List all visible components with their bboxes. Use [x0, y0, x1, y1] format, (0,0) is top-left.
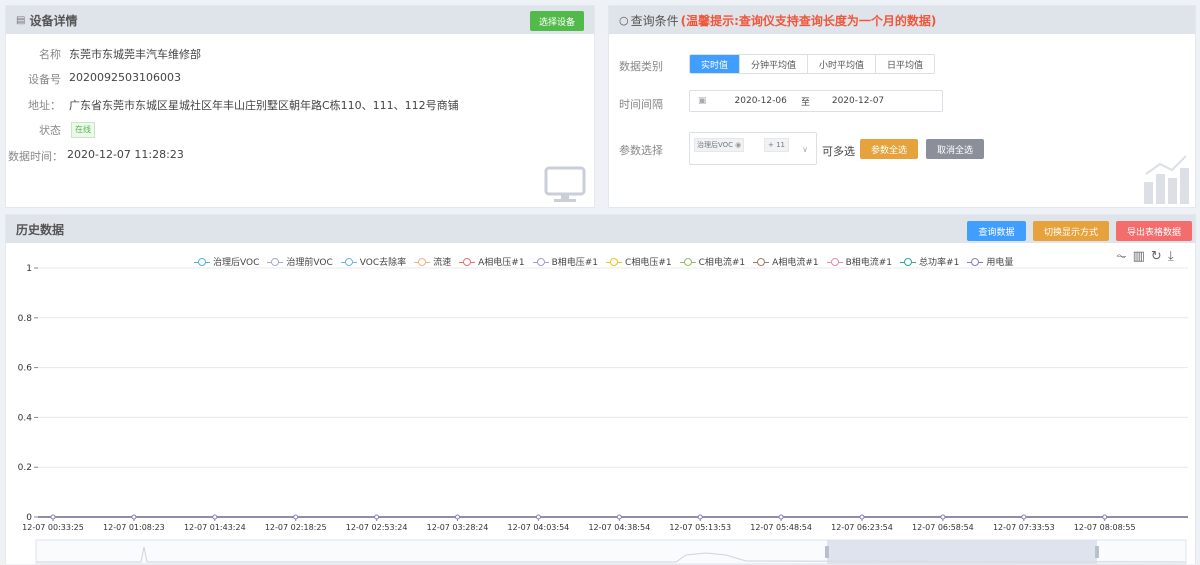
device-address-value: 广东省东莞市东城区星城社区年丰山庄别墅区朝年路C栋110、111、112号商铺	[69, 99, 459, 112]
x-tick-label: 12-07 02:53:24	[346, 523, 408, 532]
query-panel-header: ○ 查询条件 (温馨提示:查询仪支持查询长度为一个月的数据)	[609, 6, 1195, 34]
param-more-tag: + 11	[764, 138, 789, 152]
datazoom-handle-right	[1095, 546, 1099, 558]
time-range-label: 时间间隔	[619, 98, 663, 111]
monitor-icon	[544, 166, 586, 202]
device-name-value: 东莞市东城莞丰汽车维修部	[69, 48, 201, 61]
bar-chart-icon	[1144, 155, 1189, 204]
cancel-all-button[interactable]: 取消全选	[926, 139, 984, 159]
device-status-row: 状态 在线	[6, 122, 95, 138]
date-range-picker[interactable]: ▣ 2020-12-06 至 2020-12-07	[689, 90, 943, 112]
device-panel: ▤ 设备详情 选择设备 名称 东莞市东城莞丰汽车维修部 设备号 20200925…	[5, 5, 595, 208]
y-tick-label: 0	[26, 513, 32, 523]
query-panel: ○ 查询条件 (温馨提示:查询仪支持查询长度为一个月的数据) 数据类别 实时值 …	[608, 5, 1196, 208]
datazoom-window	[827, 540, 1097, 564]
device-time-row: 数据时间： 2020-12-07 11:28:23	[8, 148, 184, 164]
device-name-label: 名称	[39, 48, 61, 61]
query-data-button[interactable]: 查询数据	[967, 221, 1026, 241]
device-time-label: 数据时间：	[8, 150, 63, 163]
y-tick-label: 1	[26, 264, 32, 274]
device-panel-title: 设备详情	[29, 13, 78, 28]
param-label: 参数选择	[619, 144, 663, 157]
export-table-button[interactable]: 导出表格数据	[1116, 221, 1192, 241]
data-point	[940, 514, 946, 520]
data-point	[859, 514, 865, 520]
data-point	[1021, 514, 1027, 520]
switch-display-button[interactable]: 切换显示方式	[1033, 221, 1109, 241]
end-date[interactable]: 2020-12-07	[832, 96, 884, 106]
data-point	[131, 514, 137, 520]
data-point	[778, 514, 784, 520]
x-tick-label: 12-07 01:08:23	[103, 523, 165, 532]
select-device-button[interactable]: 选择设备	[530, 11, 584, 31]
history-panel: 历史数据 查询数据 切换显示方式 导出表格数据 治理后VOC 治理前VOC VOC去…	[5, 214, 1196, 565]
param-tag: 治理后VOC ◉	[694, 138, 745, 152]
calendar-icon: ▣	[698, 96, 707, 106]
data-point	[50, 514, 56, 520]
x-tick-label: 12-07 07:33:53	[993, 523, 1055, 532]
query-panel-title: 查询条件	[630, 13, 679, 28]
history-panel-title: 历史数据	[16, 222, 65, 237]
device-panel-header: ▤ 设备详情	[6, 6, 594, 34]
data-type-label: 数据类别	[619, 60, 663, 73]
line-chart: 0 0.2 0.4 0.6 0.8 1 12-07 00:33:25 12-07 01:08:…	[18, 264, 1188, 565]
data-point	[616, 514, 622, 520]
tab-realtime[interactable]: 实时值	[690, 55, 740, 73]
x-tick-label: 12-07 06:58:54	[912, 523, 974, 532]
x-tick-label: 12-07 03:28:24	[427, 523, 489, 532]
x-tick-label: 12-07 04:38:54	[588, 523, 650, 532]
x-tick-label: 12-07 00:33:25	[22, 523, 84, 532]
device-icon: ▤	[16, 14, 26, 26]
x-tick-label: 12-07 04:03:54	[508, 523, 570, 532]
data-point	[535, 514, 541, 520]
device-id-label: 设备号	[28, 73, 61, 86]
data-point	[455, 514, 460, 520]
multi-select-text: 可多选	[822, 145, 855, 158]
data-point	[293, 514, 299, 520]
param-select[interactable]: 治理后VOC ◉ + 11 ∨	[689, 132, 817, 165]
x-tick-label: 12-07 06:23:54	[831, 523, 893, 532]
start-date[interactable]: 2020-12-06	[735, 96, 787, 106]
tab-minute-avg[interactable]: 分钟平均值	[739, 55, 808, 73]
device-address-row: 地址： 广东省东莞市东城区星城社区年丰山庄别墅区朝年路C栋110、111、112…	[6, 97, 459, 113]
data-type-segment: 实时值 分钟平均值 小时平均值 日平均值	[689, 54, 936, 74]
x-tick-label: 12-07 01:43:24	[184, 523, 246, 532]
chevron-down-icon: ∨	[802, 145, 808, 154]
query-hint: (温馨提示:查询仪支持查询长度为一个月的数据)	[680, 13, 937, 28]
y-tick-label: 0.6	[18, 364, 33, 374]
data-point	[1102, 514, 1108, 520]
tab-day-avg[interactable]: 日平均值	[875, 55, 935, 73]
device-status-label: 状态	[39, 124, 61, 137]
x-tick-label: 12-07 05:48:54	[750, 523, 812, 532]
datazoom-handle-left	[825, 546, 829, 558]
device-id-value: 2020092503106003	[69, 71, 181, 84]
tab-hour-avg[interactable]: 小时平均值	[807, 55, 876, 73]
data-point	[374, 514, 380, 520]
device-name-row: 名称 东莞市东城莞丰汽车维修部	[6, 46, 201, 62]
data-point	[697, 514, 703, 520]
y-tick-label: 0.4	[18, 413, 33, 423]
y-tick-label: 0.8	[18, 314, 33, 324]
device-address-label: 地址：	[28, 99, 61, 112]
x-tick-label: 12-07 05:13:53	[669, 523, 731, 532]
circle-icon: ○	[619, 13, 629, 27]
y-tick-label: 0.2	[18, 463, 32, 473]
device-id-row: 设备号 2020092503106003	[6, 71, 181, 87]
x-tick-label: 12-07 08:08:55	[1074, 523, 1136, 532]
range-separator: 至	[800, 97, 810, 108]
select-all-button[interactable]: 参数全选	[860, 139, 918, 159]
param-tag-label: 治理后VOC	[697, 141, 734, 149]
x-tick-label: 12-07 02:18:25	[265, 523, 327, 532]
tag-close-icon[interactable]: ◉	[735, 141, 741, 149]
device-time-value: 2020-12-07 11:28:23	[67, 148, 184, 161]
status-badge: 在线	[71, 122, 95, 138]
data-point	[212, 514, 218, 520]
